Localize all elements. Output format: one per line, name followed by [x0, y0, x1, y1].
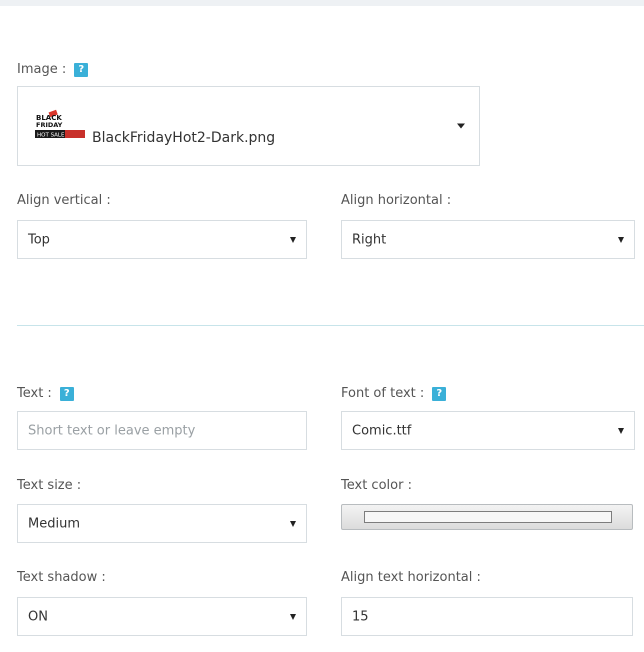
section-divider: [17, 325, 644, 326]
font-of-text-select[interactable]: Comic.ttf: [341, 411, 635, 450]
text-size-label: Text size :: [17, 478, 82, 493]
image-label-text: Image :: [17, 62, 67, 77]
text-label-text: Text :: [17, 386, 52, 401]
chevron-down-icon: [290, 613, 296, 620]
question-icon[interactable]: ?: [74, 63, 89, 77]
align-text-horizontal-input[interactable]: 15: [341, 597, 633, 636]
text-size-select[interactable]: Medium: [17, 504, 307, 543]
thumb-text-friday: FRIDAY: [36, 121, 63, 129]
align-horizontal-select[interactable]: Right: [341, 220, 635, 259]
text-size-value: Medium: [28, 516, 80, 531]
question-icon[interactable]: ?: [432, 387, 447, 401]
top-bar: [0, 0, 644, 6]
align-vertical-select[interactable]: Top: [17, 220, 307, 259]
align-vertical-value: Top: [28, 232, 50, 247]
text-color-label: Text color :: [341, 478, 412, 493]
text-label: Text : ?: [17, 386, 74, 402]
chevron-down-icon: [618, 236, 624, 243]
chevron-down-icon: [457, 123, 465, 129]
text-color-picker[interactable]: [341, 504, 633, 530]
align-text-horizontal-label: Align text horizontal :: [341, 570, 481, 585]
color-swatch: [364, 511, 612, 523]
text-shadow-label: Text shadow :: [17, 570, 106, 585]
align-horizontal-label: Align horizontal :: [341, 193, 452, 208]
align-text-horizontal-value: 15: [352, 609, 369, 624]
thumb-text-hot-sale: HOT SALE: [37, 133, 65, 139]
image-select[interactable]: BLACK FRIDAY HOT SALE BlackFridayHot2-Da…: [17, 86, 480, 166]
chevron-down-icon: [290, 236, 296, 243]
text-input[interactable]: Short text or leave empty: [17, 411, 307, 450]
font-of-text-value: Comic.ttf: [352, 423, 412, 438]
image-file-name: BlackFridayHot2-Dark.png: [92, 130, 276, 146]
text-shadow-select[interactable]: ON: [17, 597, 307, 636]
text-input-placeholder: Short text or leave empty: [28, 423, 196, 438]
image-label: Image : ?: [17, 62, 89, 78]
align-vertical-label: Align vertical :: [17, 193, 111, 208]
chevron-down-icon: [618, 427, 624, 434]
black-friday-thumbnail: BLACK FRIDAY HOT SALE: [35, 107, 85, 143]
text-shadow-value: ON: [28, 609, 48, 624]
font-of-text-label-text: Font of text :: [341, 386, 425, 401]
chevron-down-icon: [290, 520, 296, 527]
align-horizontal-value: Right: [352, 232, 387, 247]
font-of-text-label: Font of text : ?: [341, 386, 447, 402]
question-icon[interactable]: ?: [59, 387, 74, 401]
